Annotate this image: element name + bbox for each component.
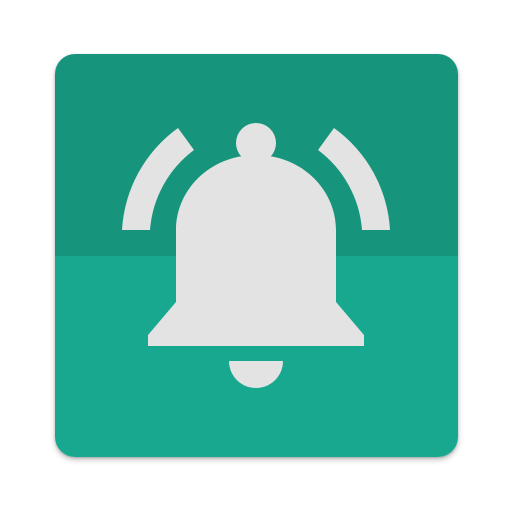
app-icon-stage (0, 0, 512, 512)
bell-clapper-icon (229, 361, 283, 388)
bell-icon (122, 123, 390, 388)
bell-body-icon (148, 155, 364, 346)
